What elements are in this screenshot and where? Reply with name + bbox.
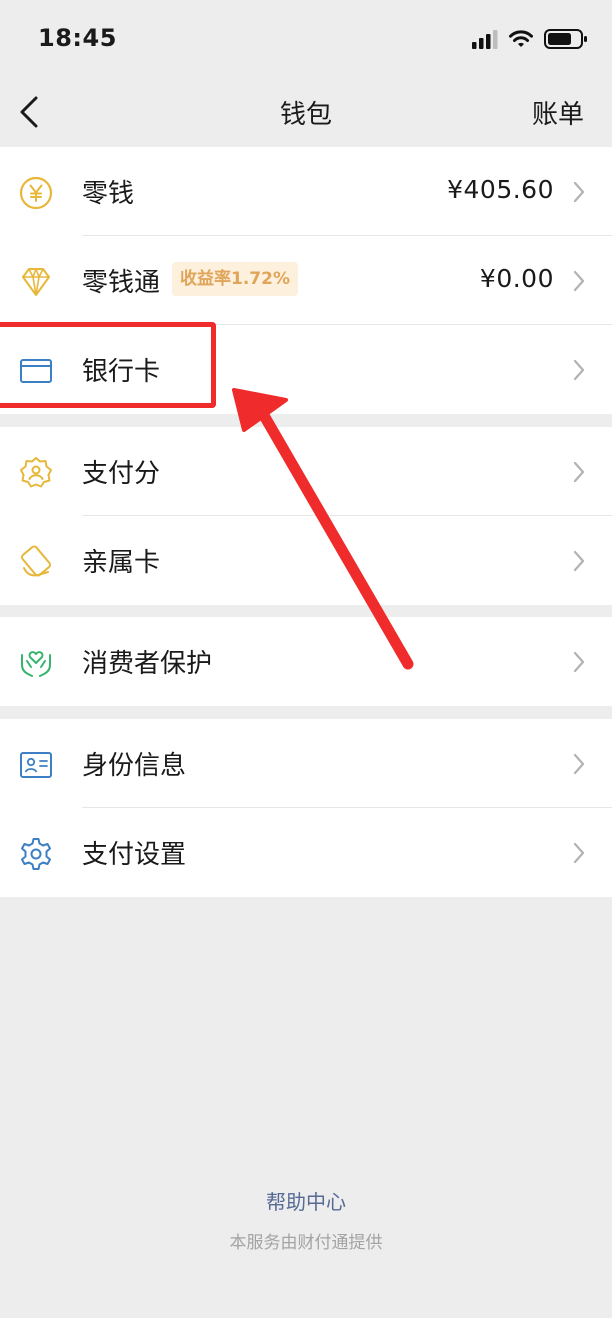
battery-icon xyxy=(544,29,587,49)
row-pay-score[interactable]: 支付分 xyxy=(0,427,612,516)
row-label: 零钱 xyxy=(82,179,135,209)
status-bar: 18:45 xyxy=(0,0,612,80)
gear-icon xyxy=(21,838,51,870)
chevron-right-icon xyxy=(573,359,585,381)
wallet-group-protection: 消费者保护 xyxy=(0,617,612,706)
chevron-right-icon xyxy=(573,842,585,864)
highlight-box xyxy=(0,322,216,408)
chevron-right-icon xyxy=(573,181,585,203)
chevron-right-icon xyxy=(573,753,585,775)
row-label: 支付分 xyxy=(82,459,161,489)
row-payment-settings[interactable]: 支付设置 xyxy=(0,808,612,897)
yield-rate-badge: 收益率1.72% xyxy=(172,262,298,296)
row-label: 零钱通 xyxy=(82,268,161,298)
row-consumer-protection[interactable]: 消费者保护 xyxy=(0,617,612,706)
protection-hands-icon xyxy=(21,651,51,677)
provider-note: 本服务由财付通提供 xyxy=(229,1233,383,1253)
wallet-group-services: 支付分 亲属卡 xyxy=(0,427,612,605)
signal-icon xyxy=(472,30,498,49)
family-card-icon xyxy=(20,545,52,577)
row-label: 消费者保护 xyxy=(82,649,213,679)
chevron-right-icon xyxy=(573,270,585,292)
page-title: 钱包 xyxy=(279,100,332,130)
row-identity-info[interactable]: 身份信息 xyxy=(0,719,612,808)
score-badge-icon xyxy=(20,457,52,488)
nav-bar: 钱包 账单 xyxy=(0,80,612,144)
chevron-right-icon xyxy=(573,461,585,483)
bill-button[interactable]: 账单 xyxy=(532,94,584,131)
wallet-group-settings: 身份信息 支付设置 xyxy=(0,719,612,897)
balance-value: ¥0.00 xyxy=(479,264,554,293)
row-change[interactable]: 零钱 ¥405.60 xyxy=(0,147,612,236)
chevron-right-icon xyxy=(573,550,585,572)
status-icons xyxy=(472,26,588,52)
row-label: 身份信息 xyxy=(82,751,187,781)
row-label: 支付设置 xyxy=(82,840,187,870)
status-time: 18:45 xyxy=(38,24,117,52)
chevron-right-icon xyxy=(573,651,585,673)
diamond-icon xyxy=(22,268,50,296)
wifi-icon xyxy=(509,30,533,47)
yen-coin-icon xyxy=(19,176,53,210)
balance-value: ¥405.60 xyxy=(447,175,554,204)
help-center-link[interactable]: 帮助中心 xyxy=(0,1186,612,1215)
row-change-pass[interactable]: 零钱通 收益率1.72% ¥0.00 xyxy=(0,236,612,325)
id-card-icon xyxy=(20,752,52,778)
row-family-card[interactable]: 亲属卡 xyxy=(0,516,612,605)
row-label: 亲属卡 xyxy=(82,548,161,578)
